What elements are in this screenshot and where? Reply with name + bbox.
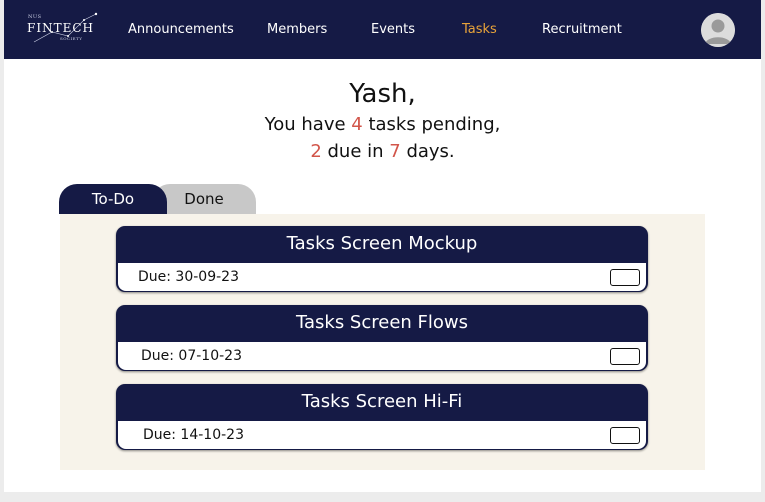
task-card[interactable]: Tasks Screen Mockup Due: 30-09-23: [116, 226, 648, 292]
task-due-date: Due: 14-10-23: [143, 427, 244, 443]
task-title: Tasks Screen Hi-Fi: [301, 391, 463, 412]
task-title: Tasks Screen Flows: [295, 312, 469, 333]
greeting-name: Yash,: [349, 79, 416, 109]
task-complete-checkbox[interactable]: [610, 348, 640, 365]
logo-top-text: NUS: [28, 14, 42, 20]
nav-item-recruitment[interactable]: Recruitment: [542, 22, 622, 37]
logo-sub-text: SOCIETY: [60, 36, 83, 41]
top-navbar: NUS FINTECH SOCIETY Announcements Member…: [4, 0, 761, 59]
task-due-date: Due: 30-09-23: [138, 269, 239, 285]
task-card-body: Due: 30-09-23: [118, 263, 646, 291]
nav-item-tasks[interactable]: Tasks: [462, 22, 497, 37]
tab-done-label: Done: [184, 190, 224, 208]
task-complete-checkbox[interactable]: [610, 269, 640, 286]
task-list-panel: Tasks Screen Mockup Due: 30-09-23 Tasks …: [60, 214, 705, 470]
task-card-body: Due: 14-10-23: [118, 421, 646, 449]
pending-count: 4: [351, 114, 363, 135]
app-frame: NUS FINTECH SOCIETY Announcements Member…: [4, 0, 761, 492]
task-complete-checkbox[interactable]: [610, 427, 640, 444]
task-card[interactable]: Tasks Screen Hi-Fi Due: 14-10-23: [116, 384, 648, 450]
greeting-text: due in: [321, 141, 390, 162]
greeting-text: tasks pending,: [362, 114, 501, 135]
tab-todo[interactable]: To-Do: [59, 184, 167, 214]
greeting-due-line: 2 due in 7 days.: [4, 141, 761, 162]
nav-item-announcements[interactable]: Announcements: [128, 22, 234, 37]
task-card-body: Due: 07-10-23: [118, 342, 646, 370]
nav-item-events[interactable]: Events: [371, 22, 415, 37]
greeting-pending-line: You have 4 tasks pending,: [4, 114, 761, 135]
tab-done[interactable]: Done: [152, 184, 256, 214]
tab-todo-label: To-Do: [91, 190, 135, 208]
due-days: 7: [389, 141, 401, 162]
greeting-text: days.: [400, 141, 455, 162]
fintech-society-logo[interactable]: NUS FINTECH SOCIETY: [24, 12, 100, 50]
nav-item-members[interactable]: Members: [267, 22, 327, 37]
task-title: Tasks Screen Mockup: [286, 233, 478, 254]
due-count: 2: [310, 141, 322, 162]
task-due-date: Due: 07-10-23: [141, 348, 242, 364]
logo-main-text: FINTECH: [27, 21, 94, 35]
task-card[interactable]: Tasks Screen Flows Due: 07-10-23: [116, 305, 648, 371]
user-avatar-icon[interactable]: [701, 13, 735, 47]
greeting-text: You have: [264, 114, 352, 135]
